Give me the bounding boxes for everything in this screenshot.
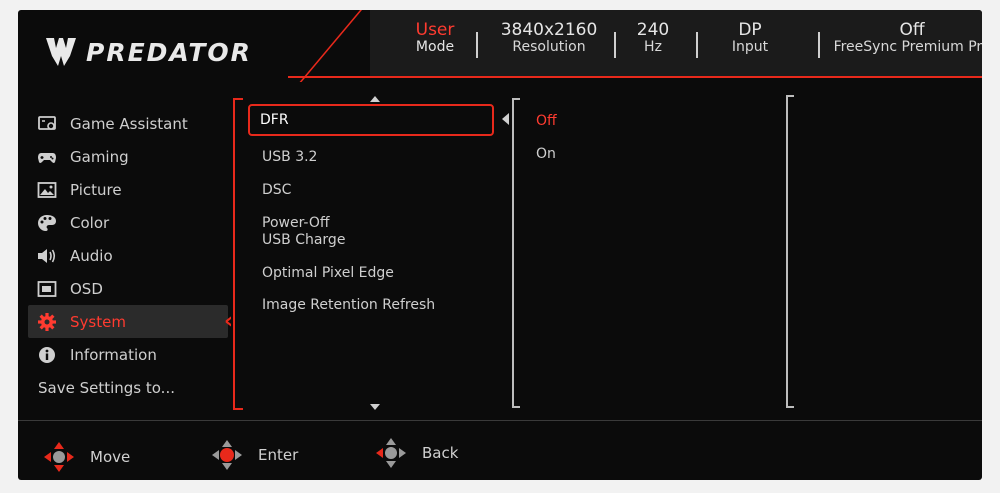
status-resolution-label: Resolution (512, 38, 586, 55)
game-assistant-icon (36, 115, 58, 133)
menu-item-label: Audio (70, 246, 113, 265)
osd-icon (36, 280, 58, 298)
option-label: Off (536, 113, 557, 129)
info-icon (36, 346, 58, 364)
menu-item-information[interactable]: Information (28, 338, 228, 371)
dpad-enter-icon (210, 438, 244, 472)
hint-move-label: Move (90, 448, 131, 466)
submenu-item-label: DSC (262, 182, 292, 198)
menu-item-game-assistant[interactable]: Game Assistant (28, 107, 228, 140)
hint-enter: Enter (210, 438, 298, 472)
main-menu: Game Assistant Gaming Picture Color Audi… (28, 107, 228, 404)
status-refresh: 240 Hz (626, 20, 680, 55)
options-bracket (512, 98, 520, 408)
status-freesync: Off FreeSync Premium Pro (828, 20, 982, 55)
status-input-value: DP (738, 20, 762, 40)
header-accent-line (288, 76, 982, 78)
option-on[interactable]: On (536, 146, 556, 162)
status-freesync-label: FreeSync Premium Pro (833, 38, 982, 55)
status-mode-label: Mode (415, 38, 455, 55)
scroll-up-arrow-icon[interactable] (370, 96, 380, 102)
submenu-item-usb32[interactable]: USB 3.2 (248, 149, 494, 166)
menu-item-picture[interactable]: Picture (28, 173, 228, 206)
status-resolution-value: 3840x2160 (500, 20, 598, 40)
gear-icon (36, 312, 58, 331)
menu-item-save-settings[interactable]: Save Settings to... (28, 371, 228, 404)
menu-item-osd[interactable]: OSD (28, 272, 228, 305)
submenu-item-label: USB 3.2 (262, 149, 318, 165)
hint-move: Move (42, 440, 130, 474)
status-input-label: Input (731, 38, 769, 55)
option-pointer-icon (502, 113, 509, 125)
status-refresh-label: Hz (644, 38, 662, 55)
status-mode: User Mode (400, 20, 470, 55)
submenu-item-optimal-pixel-edge[interactable]: Optimal Pixel Edge (248, 265, 494, 282)
hint-back-label: Back (422, 444, 459, 462)
hint-back: Back (374, 436, 458, 470)
submenu-item-label-line2: USB Charge (262, 232, 346, 248)
divider (476, 32, 478, 58)
predator-logo-icon (46, 38, 76, 66)
submenu-item-power-off-usb-charge[interactable]: Power-Off USB Charge (248, 215, 494, 249)
menu-item-audio[interactable]: Audio (28, 239, 228, 272)
status-resolution: 3840x2160 Resolution (488, 20, 610, 55)
status-bar: User Mode 3840x2160 Resolution 240 Hz DP… (370, 10, 982, 76)
status-refresh-value: 240 (636, 20, 670, 40)
gamepad-icon (36, 148, 58, 166)
submenu-item-dfr[interactable]: DFR (248, 104, 494, 136)
menu-item-label: OSD (70, 279, 103, 298)
menu-item-label: Color (70, 213, 110, 232)
picture-icon (36, 181, 58, 199)
submenu-item-label: Optimal Pixel Edge (262, 265, 394, 281)
menu-item-label: Gaming (70, 147, 129, 166)
menu-item-gaming[interactable]: Gaming (28, 140, 228, 173)
option-label: On (536, 146, 556, 162)
menu-item-label: Save Settings to... (38, 378, 175, 397)
chevron-left-icon: ‹ (224, 309, 234, 334)
header: PREDATOR User Mode 3840x2160 Resolution … (18, 10, 982, 92)
footer-divider (18, 420, 982, 421)
menu-item-label: Game Assistant (70, 114, 188, 133)
status-freesync-value: Off (899, 20, 925, 40)
palette-icon (36, 214, 58, 232)
submenu-item-dsc[interactable]: DSC (248, 182, 494, 199)
status-input: DP Input (720, 20, 780, 55)
submenu-bracket (233, 98, 243, 410)
predator-logo: PREDATOR (44, 32, 252, 72)
submenu-item-label: Power-Off (262, 215, 330, 231)
divider (614, 32, 616, 58)
menu-item-color[interactable]: Color (28, 206, 228, 239)
status-mode-value: User (415, 20, 455, 40)
submenu-item-label: Image Retention Refresh (262, 297, 436, 313)
brand-name: PREDATOR (86, 37, 252, 67)
menu-item-label: Information (70, 345, 157, 364)
dpad-move-icon (42, 440, 76, 474)
osd-window: PREDATOR User Mode 3840x2160 Resolution … (18, 10, 982, 480)
menu-item-system[interactable]: System (28, 305, 228, 338)
menu-item-label: Picture (70, 180, 122, 199)
divider (696, 32, 698, 58)
hint-enter-label: Enter (258, 446, 299, 464)
submenu-item-image-retention-refresh[interactable]: Image Retention Refresh (248, 297, 494, 314)
speaker-icon (36, 247, 58, 265)
scroll-down-arrow-icon[interactable] (370, 404, 380, 410)
option-off[interactable]: Off (536, 113, 557, 129)
detail-bracket (786, 95, 794, 408)
dpad-back-icon (374, 436, 408, 470)
divider (818, 32, 820, 58)
menu-item-label: System (70, 312, 126, 331)
header-accent-diagonal (299, 10, 362, 82)
submenu-item-label: DFR (260, 111, 289, 128)
